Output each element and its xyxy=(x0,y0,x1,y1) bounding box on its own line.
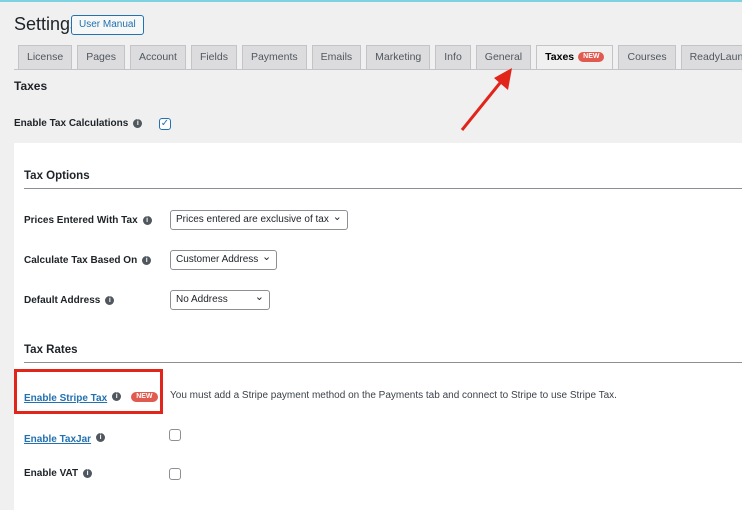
label-text: Calculate Tax Based On xyxy=(24,255,138,266)
settings-tabs: License Pages Account Fields Payments Em… xyxy=(18,45,742,70)
tax-rates-heading: Tax Rates xyxy=(24,344,78,356)
vat-checkbox[interactable] xyxy=(169,468,181,480)
divider xyxy=(24,188,742,189)
label-text: Prices Entered With Tax xyxy=(24,215,138,226)
info-icon[interactable]: i xyxy=(83,468,93,478)
taxjar-row: Enable TaxJar i xyxy=(24,429,106,447)
annotation-highlight-box xyxy=(14,369,163,414)
tab-readylaunch[interactable]: ReadyLaunch™ xyxy=(680,45,742,69)
tab-license[interactable]: License xyxy=(18,45,73,69)
info-icon[interactable]: i xyxy=(96,433,106,443)
tab-fields[interactable]: Fields xyxy=(190,45,237,69)
tab-divider xyxy=(14,69,742,70)
taxjar-checkbox[interactable] xyxy=(169,429,181,441)
tab-taxes[interactable]: Taxes NEW xyxy=(536,45,614,70)
calc-based-on-select[interactable]: Customer Address xyxy=(170,248,278,270)
divider xyxy=(24,362,742,363)
tab-pages[interactable]: Pages xyxy=(77,45,125,69)
tax-options-heading: Tax Options xyxy=(24,170,90,182)
tab-account[interactable]: Account xyxy=(129,45,186,69)
calc-label: Calculate Tax Based On i xyxy=(24,255,152,266)
new-badge: NEW xyxy=(578,52,605,63)
label-text: Enable Tax Calculations xyxy=(14,118,129,129)
vat-label: Enable VAT i xyxy=(24,468,93,479)
enable-taxjar-link[interactable]: Enable TaxJar xyxy=(24,434,91,445)
annotation-arrow-icon xyxy=(460,68,512,131)
prices-label: Prices Entered With Tax i xyxy=(24,215,152,226)
default-address-label: Default Address i xyxy=(24,295,115,306)
info-icon[interactable]: i xyxy=(105,295,115,305)
label-text: Default Address xyxy=(24,295,101,306)
tab-courses[interactable]: Courses xyxy=(618,45,676,69)
enable-tax-checkbox[interactable]: ✓ xyxy=(159,118,171,130)
user-manual-button[interactable]: User Manual xyxy=(71,15,144,35)
stripe-tax-note: You must add a Stripe payment method on … xyxy=(170,390,617,401)
tab-label: Taxes xyxy=(545,51,575,63)
prices-select[interactable]: Prices entered are exclusive of tax xyxy=(170,208,348,230)
section-title: Taxes xyxy=(14,79,48,93)
info-icon[interactable]: i xyxy=(142,255,152,265)
tab-marketing[interactable]: Marketing xyxy=(366,45,431,69)
default-address-select[interactable]: No Address xyxy=(170,288,270,310)
page-title: Settings xyxy=(14,14,80,34)
tax-settings-panel xyxy=(14,143,742,510)
info-icon[interactable]: i xyxy=(142,215,152,225)
info-icon[interactable]: i xyxy=(133,118,143,128)
enable-tax-label: Enable Tax Calculations i xyxy=(14,118,143,129)
label-text: Enable VAT xyxy=(24,468,79,479)
tab-emails[interactable]: Emails xyxy=(311,45,362,69)
tab-payments[interactable]: Payments xyxy=(241,45,307,69)
